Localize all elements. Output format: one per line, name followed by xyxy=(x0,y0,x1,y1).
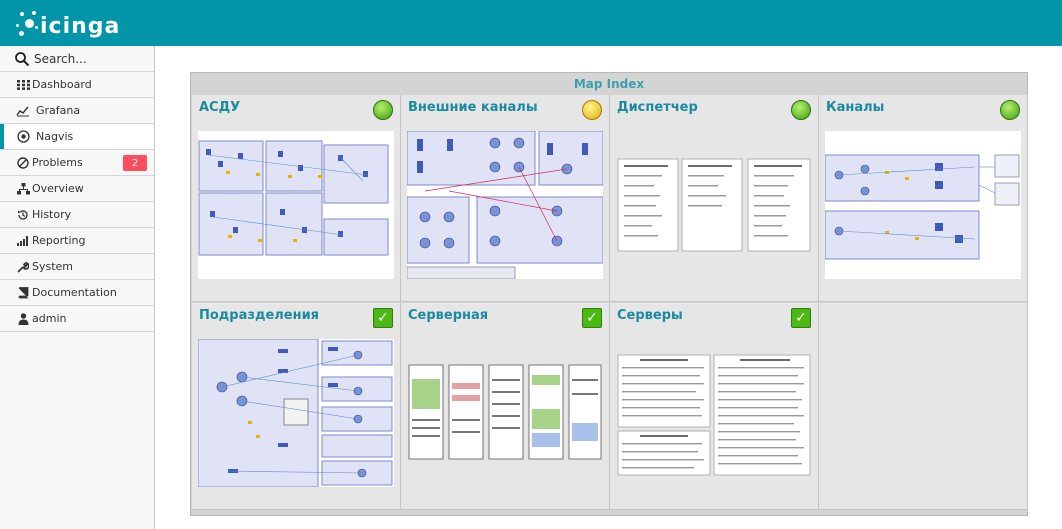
sidebar-item-label: Nagvis xyxy=(36,130,74,143)
map-tile-server-room[interactable]: Серверная ✓ xyxy=(401,303,610,510)
sidebar-item-label: Grafana xyxy=(36,104,81,117)
sidebar-item-reporting[interactable]: Reporting xyxy=(0,228,154,254)
map-thumbnail xyxy=(198,339,394,487)
map-name: Каналы xyxy=(826,100,885,115)
sidebar-item-label: Overview xyxy=(32,182,84,195)
sidebar-item-label: System xyxy=(32,260,74,273)
sidebar-item-admin[interactable]: admin xyxy=(0,306,154,332)
map-thumbnail xyxy=(407,339,603,487)
map-name: Серверная xyxy=(408,308,489,323)
problems-count-badge: 2 xyxy=(123,155,147,171)
map-name: Подразделения xyxy=(199,308,320,323)
sidebar-item-label: Reporting xyxy=(32,234,86,247)
sidebar-item-label: History xyxy=(32,208,72,221)
book-icon xyxy=(16,286,30,300)
map-state-ok-check-icon: ✓ xyxy=(582,308,602,328)
map-thumbnail xyxy=(825,131,1021,279)
user-icon xyxy=(16,312,30,326)
logo-mark-icon xyxy=(16,10,38,37)
map-state-ok-icon xyxy=(791,100,811,120)
map-state-ok-check-icon: ✓ xyxy=(373,308,393,328)
map-tile-channels[interactable]: Каналы xyxy=(819,95,1028,302)
map-state-ok-check-icon: ✓ xyxy=(791,308,811,328)
map-name: Серверы xyxy=(617,308,683,323)
sidebar-item-dashboard[interactable]: Dashboard xyxy=(0,72,154,98)
map-tile-asdu[interactable]: АСДУ xyxy=(192,95,401,302)
sidebar-item-documentation[interactable]: Documentation xyxy=(0,280,154,306)
overview-icon xyxy=(16,182,30,196)
icinga-logo[interactable]: icinga xyxy=(16,8,120,39)
sidebar-item-problems[interactable]: Problems 2 xyxy=(0,150,154,176)
sidebar-item-system[interactable]: System xyxy=(0,254,154,280)
map-thumbnail xyxy=(616,131,812,279)
sidebar-item-label: Problems xyxy=(32,156,83,169)
sidebar-item-grafana[interactable]: Grafana xyxy=(0,98,154,124)
map-index-panel: Map Index АСДУ Внешние каналы Диспетчер … xyxy=(190,72,1028,516)
map-name: Диспетчер xyxy=(617,100,698,115)
map-state-warning-icon xyxy=(582,100,602,120)
map-name: АСДУ xyxy=(199,100,241,115)
top-header: icinga xyxy=(0,0,1062,46)
map-thumbnail xyxy=(616,339,812,487)
map-tile-dispatcher[interactable]: Диспетчер xyxy=(610,95,819,302)
sidebar-item-nagvis[interactable]: Nagvis xyxy=(0,124,154,150)
main-content: Map Index АСДУ Внешние каналы Диспетчер … xyxy=(155,46,1062,529)
map-state-ok-icon xyxy=(1000,100,1020,120)
map-tile-divisions[interactable]: Подразделения ✓ xyxy=(192,303,401,510)
map-tile-external-channels[interactable]: Внешние каналы xyxy=(401,95,610,302)
reporting-icon xyxy=(16,234,30,248)
map-name: Внешние каналы xyxy=(408,100,538,115)
map-state-ok-icon xyxy=(373,100,393,120)
map-thumbnail xyxy=(198,131,394,279)
sidebar-item-label: admin xyxy=(32,312,67,325)
grafana-icon xyxy=(16,104,30,118)
sidebar-item-overview[interactable]: Overview xyxy=(0,176,154,202)
history-icon xyxy=(16,208,30,222)
sidebar: Search... Dashboard Grafana Nagvis Probl… xyxy=(0,46,155,529)
sidebar-item-label: Dashboard xyxy=(32,78,92,91)
search-icon xyxy=(15,51,30,66)
map-index-title: Map Index xyxy=(573,77,645,91)
dashboard-icon xyxy=(16,78,30,92)
map-tile-servers[interactable]: Серверы ✓ xyxy=(610,303,819,510)
nagvis-icon xyxy=(16,130,30,144)
sidebar-item-history[interactable]: History xyxy=(0,202,154,228)
sidebar-item-label: Documentation xyxy=(32,286,117,299)
map-thumbnail xyxy=(407,131,603,279)
search-input[interactable]: Search... xyxy=(0,46,154,72)
brand-name: icinga xyxy=(40,14,121,39)
map-tile-empty xyxy=(819,303,1028,510)
search-placeholder: Search... xyxy=(34,51,87,66)
wrench-icon xyxy=(16,260,30,274)
problems-icon xyxy=(16,156,30,170)
